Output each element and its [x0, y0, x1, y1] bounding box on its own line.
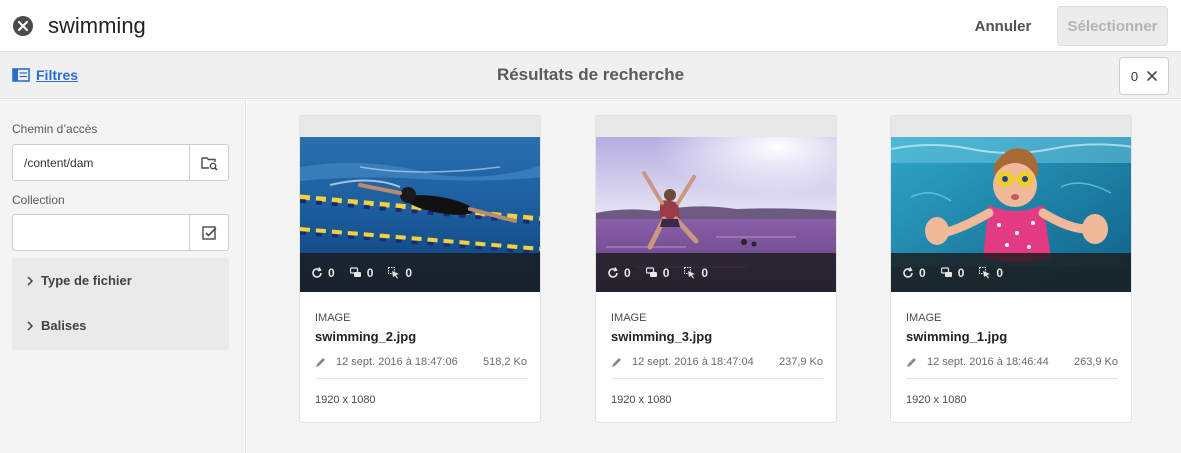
- asset-name: swimming_2.jpg: [315, 329, 417, 344]
- asset-type: IMAGE: [611, 312, 647, 324]
- comments-stat: 0: [940, 266, 964, 280]
- modified-date: 12 sept. 2016 à 18:47:04: [632, 356, 754, 368]
- comments-stat: 0: [349, 266, 373, 280]
- collection-label: Collection: [12, 193, 65, 207]
- card-stats-bar: 0 0 0: [300, 253, 540, 292]
- modified-date: 12 sept. 2016 à 18:47:06: [336, 356, 458, 368]
- asset-card[interactable]: 0 0 0 IMAGE swimming_3.jpg 12 sept. 2016…: [595, 115, 837, 423]
- asset-dimensions: 1920 x 1080: [315, 394, 376, 406]
- filters-label[interactable]: Filtres: [36, 67, 78, 83]
- modified-date: 12 sept. 2016 à 18:46:44: [927, 356, 1049, 368]
- asset-name: swimming_3.jpg: [611, 329, 713, 344]
- comments-stat: 0: [645, 266, 669, 280]
- filter-accordion: Type de fichier Balises: [12, 258, 229, 350]
- selection-count-button[interactable]: 0: [1119, 57, 1169, 95]
- file-size: 237,9 Ko: [778, 356, 823, 368]
- pencil-icon: [316, 357, 325, 367]
- refresh-icon: [312, 266, 322, 278]
- chevron-right-icon: [27, 275, 34, 286]
- chevron-right-icon: [27, 320, 34, 331]
- card-stats-bar: 0 0 0: [596, 253, 836, 292]
- filters-rail: Chemin d’accès Collection Type de fichie…: [0, 100, 246, 453]
- asset-meta: 12 sept. 2016 à 18:47:06 518,2 Ko: [315, 356, 527, 368]
- select-button[interactable]: Sélectionner: [1057, 6, 1168, 46]
- asset-meta: 12 sept. 2016 à 18:47:04 237,9 Ko: [611, 356, 823, 368]
- path-label: Chemin d’accès: [12, 122, 98, 136]
- path-browse-button[interactable]: [189, 145, 228, 180]
- cursor-icon: [979, 266, 991, 278]
- pencil-icon: [612, 357, 621, 367]
- refresh-icon: [903, 266, 913, 278]
- collection-input[interactable]: [13, 215, 189, 250]
- card-divider: [315, 378, 527, 379]
- results-toolbar: Filtres Résultats de recherche: [0, 52, 1181, 99]
- card-header-bar: [300, 116, 540, 137]
- accordion-label: Balises: [41, 318, 87, 333]
- collection-field: [12, 214, 229, 251]
- path-input[interactable]: [13, 145, 189, 180]
- accordion-file-type[interactable]: Type de fichier: [26, 273, 132, 288]
- asset-meta: 12 sept. 2016 à 18:46:44 263,9 Ko: [906, 356, 1118, 368]
- search-header: Annuler Sélectionner: [0, 0, 1181, 52]
- path-field: [12, 144, 229, 181]
- asset-name: swimming_1.jpg: [906, 329, 1008, 344]
- refresh-icon: [608, 266, 618, 278]
- checkbox-icon: [201, 225, 217, 240]
- versions-stat: 0: [311, 266, 335, 280]
- clear-selection-icon: [1147, 71, 1157, 81]
- cursor-icon: [388, 266, 400, 278]
- file-size: 518,2 Ko: [482, 356, 527, 368]
- card-header-bar: [596, 116, 836, 137]
- filters-toggle[interactable]: Filtres: [12, 67, 78, 83]
- card-divider: [611, 378, 823, 379]
- close-search-icon[interactable]: [13, 16, 33, 36]
- tasks-stat: 0: [979, 266, 1003, 280]
- card-header-bar: [891, 116, 1131, 137]
- file-size: 263,9 Ko: [1073, 356, 1118, 368]
- asset-type: IMAGE: [315, 312, 351, 324]
- card-stats-bar: 0 0 0: [891, 253, 1131, 292]
- results-grid: 0 0 0 IMAGE swimming_2.jpg 12 sept. 2016…: [247, 100, 1181, 453]
- search-input[interactable]: [48, 10, 648, 42]
- versions-stat: 0: [607, 266, 631, 280]
- tasks-stat: 0: [388, 266, 412, 280]
- filters-panel-icon: [12, 68, 30, 82]
- cancel-button[interactable]: Annuler: [962, 9, 1044, 43]
- tasks-stat: 0: [684, 266, 708, 280]
- asset-card[interactable]: 0 0 0 IMAGE swimming_2.jpg 12 sept. 2016…: [299, 115, 541, 423]
- versions-stat: 0: [902, 266, 926, 280]
- asset-dimensions: 1920 x 1080: [906, 394, 967, 406]
- comments-icon: [940, 266, 952, 277]
- page-title: Résultats de recherche: [496, 65, 685, 84]
- accordion-label: Type de fichier: [41, 273, 132, 288]
- comments-icon: [349, 266, 361, 277]
- asset-type: IMAGE: [906, 312, 942, 324]
- accordion-tags[interactable]: Balises: [26, 318, 87, 333]
- pencil-icon: [907, 357, 916, 367]
- folder-search-icon: [200, 156, 218, 171]
- card-divider: [906, 378, 1118, 379]
- asset-dimensions: 1920 x 1080: [611, 394, 672, 406]
- selection-count: 0: [1130, 68, 1139, 84]
- collection-picker-button[interactable]: [189, 215, 228, 250]
- cursor-icon: [684, 266, 696, 278]
- comments-icon: [645, 266, 657, 277]
- asset-card[interactable]: 0 0 0 IMAGE swimming_1.jpg 12 sept. 2016…: [890, 115, 1132, 423]
